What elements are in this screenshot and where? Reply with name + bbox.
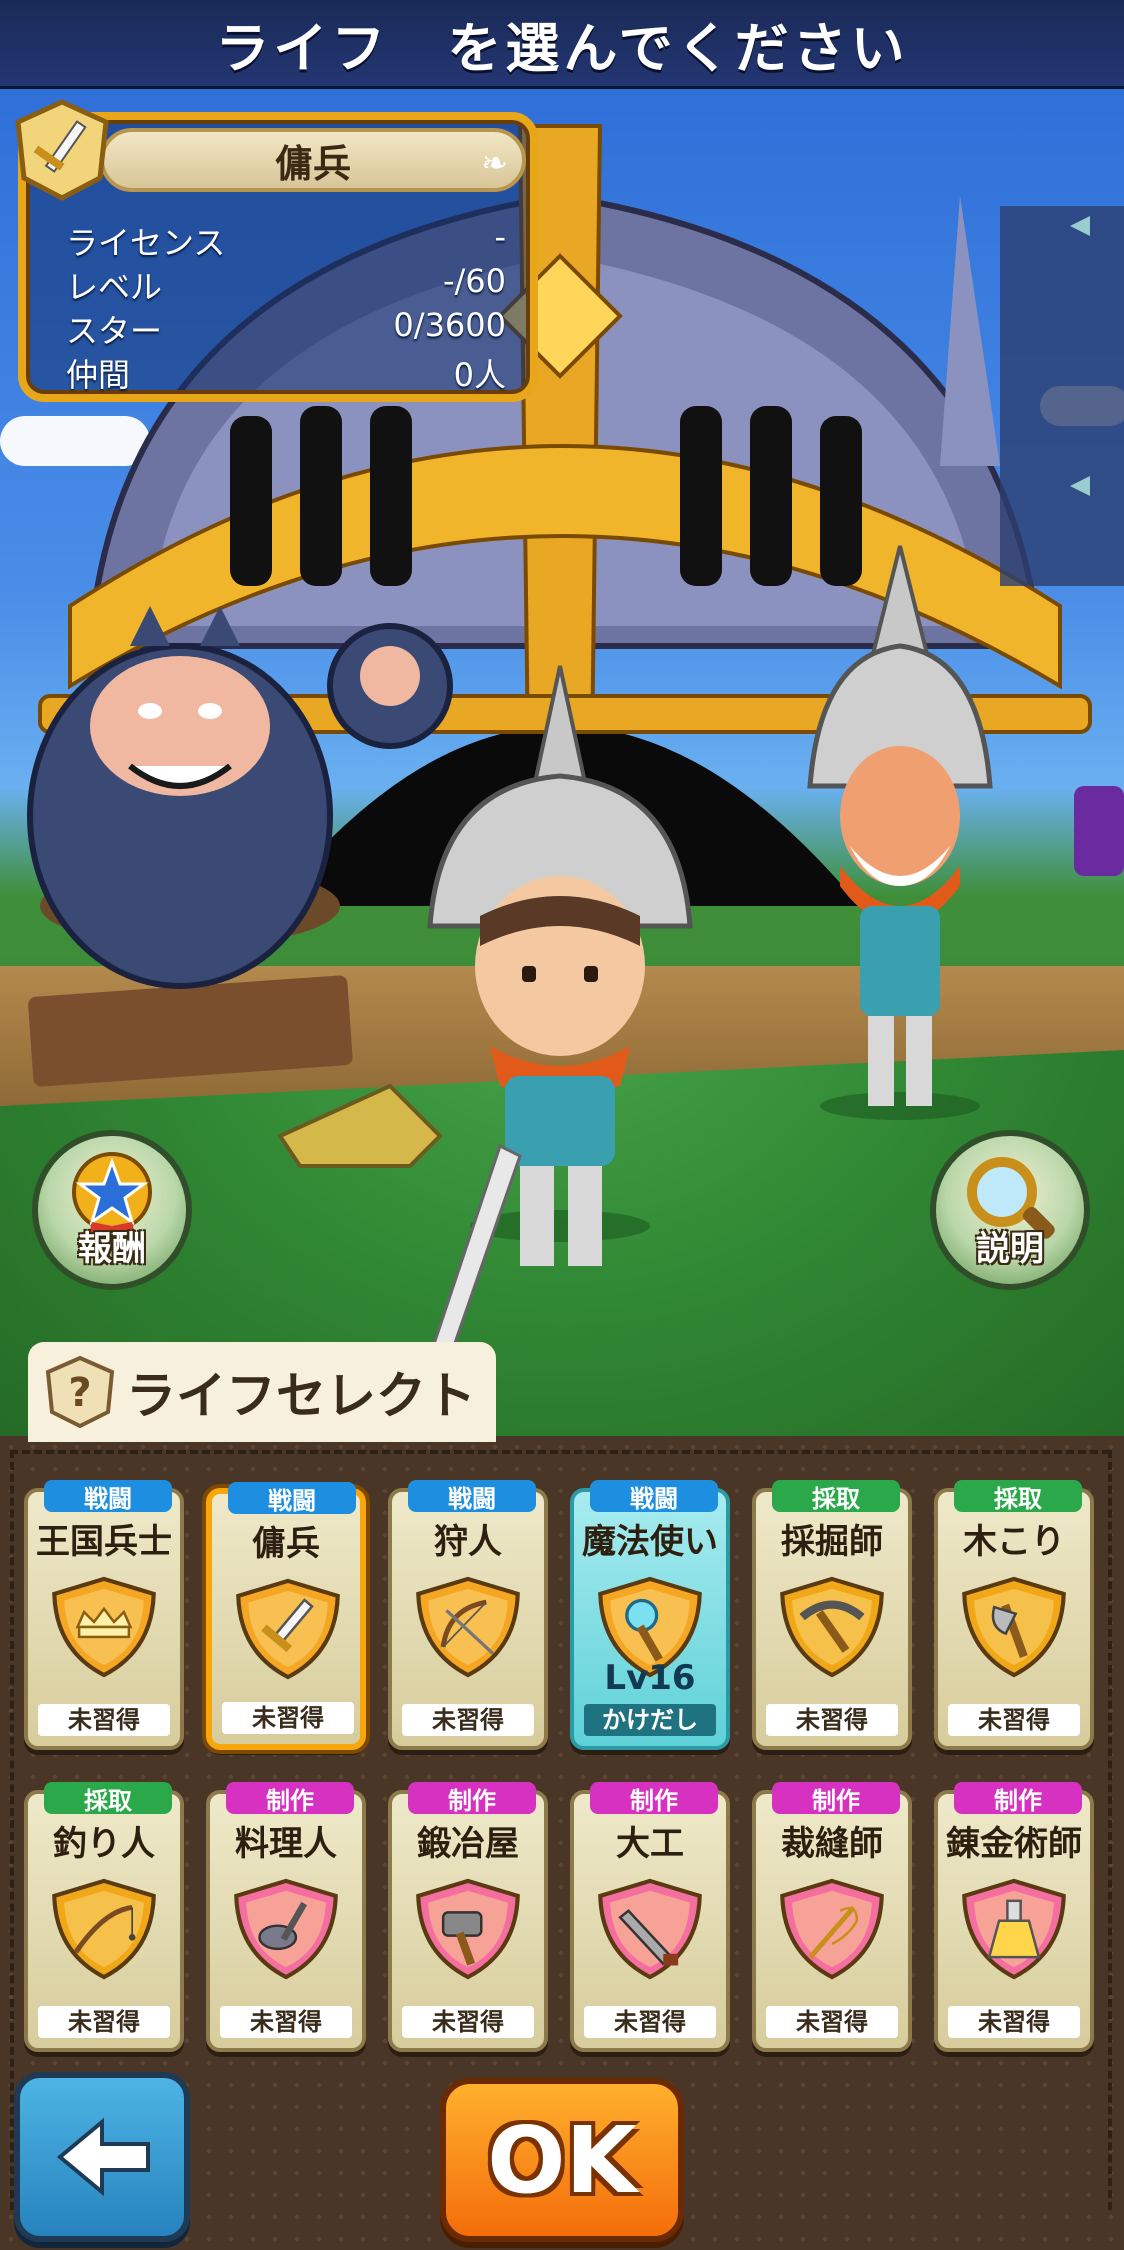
life-name: 裁縫師: [781, 1824, 883, 1864]
status-row-companions: 仲間 0人: [66, 350, 506, 394]
job-status-panel: 傭兵 ❧ ライセンス - レベル -/60 スター 0/3600 仲間 0人: [15, 99, 538, 402]
sword-icon: [236, 1578, 340, 1680]
status-value: -/60: [442, 262, 506, 300]
life-status: 未習得: [402, 2006, 534, 2038]
category-tag: 制作: [590, 1782, 718, 1815]
life-status: 未習得: [402, 1704, 534, 1736]
status-row-level: レベル -/60: [66, 262, 506, 306]
svg-text:?: ?: [68, 1370, 91, 1416]
life-card[interactable]: 戦闘傭兵未習得: [206, 1482, 366, 1750]
category-tag: 戦闘: [228, 1482, 356, 1515]
life-card[interactable]: 採取木こり未習得: [934, 1480, 1094, 1750]
saw-icon: [598, 1878, 702, 1980]
top-banner: ライフ を選んでください: [0, 0, 1124, 89]
stitch-border: [10, 1450, 1110, 1455]
life-status: 未習得: [948, 2006, 1080, 2038]
rock: [277, 1083, 443, 1168]
page-title: ライフ を選んでください: [215, 16, 909, 80]
life-status: 未習得: [948, 1704, 1080, 1736]
question-badge-icon: ?: [45, 1356, 115, 1428]
status-job-title: 傭兵 ❧: [100, 128, 526, 192]
life-card[interactable]: 戦闘狩人未習得: [388, 1480, 548, 1750]
info-button[interactable]: 説明: [930, 1130, 1090, 1290]
life-select-label: ライフセレクト: [126, 1367, 476, 1425]
reward-button[interactable]: 報酬: [32, 1130, 192, 1290]
life-name: 狩人: [434, 1522, 502, 1562]
flask-icon: [962, 1878, 1066, 1980]
category-tag: 戦闘: [590, 1480, 718, 1513]
pickaxe-icon: [780, 1576, 884, 1678]
needle-icon: [780, 1878, 884, 1980]
life-card[interactable]: 制作鍛冶屋未習得: [388, 1782, 548, 2052]
life-card[interactable]: 採取釣り人未習得: [24, 1782, 184, 2052]
status-label: ライセンス: [66, 224, 226, 262]
life-name: 鍛冶屋: [417, 1824, 519, 1864]
fishing-rod-icon: [52, 1878, 156, 1980]
life-card[interactable]: 制作錬金術師未習得: [934, 1782, 1094, 2052]
life-name: 魔法使い: [582, 1522, 718, 1562]
category-tag: 戦闘: [408, 1480, 536, 1513]
life-card[interactable]: 制作大工未習得: [570, 1782, 730, 2052]
category-tag: 採取: [954, 1480, 1082, 1513]
life-card[interactable]: 戦闘王国兵士未習得: [24, 1480, 184, 1750]
status-row-star: スター 0/3600: [66, 306, 506, 350]
life-name: 大工: [616, 1824, 684, 1864]
life-status: 未習得: [766, 1704, 898, 1736]
category-tag: 制作: [954, 1782, 1082, 1815]
category-tag: 制作: [408, 1782, 536, 1815]
back-arrow-icon: [56, 2117, 150, 2197]
life-name: 王国兵士: [36, 1522, 172, 1562]
life-status: 未習得: [38, 2006, 170, 2038]
bow-arrow-icon: [416, 1576, 520, 1678]
life-status: かけだし: [584, 1704, 716, 1736]
life-card[interactable]: 制作裁縫師未習得: [752, 1782, 912, 2052]
life-name: 錬金術師: [946, 1824, 1082, 1864]
life-name: 木こり: [963, 1522, 1065, 1562]
ladle-icon: [234, 1878, 338, 1980]
hammer-icon: [416, 1878, 520, 1980]
category-tag: 採取: [772, 1480, 900, 1513]
potion-bottle: [1074, 786, 1124, 876]
ok-label: OK: [487, 2106, 637, 2214]
life-level: Lv16: [604, 1658, 696, 1698]
status-label: 仲間: [66, 356, 131, 394]
stitch-border: [1108, 1450, 1113, 2210]
category-tag: 制作: [226, 1782, 354, 1815]
category-tag: 制作: [772, 1782, 900, 1815]
life-card[interactable]: 戦闘魔法使い Lv16 かけだし: [570, 1480, 730, 1750]
info-label: 説明: [976, 1229, 1044, 1269]
status-row-license: ライセンス -: [66, 218, 506, 262]
life-select-tab: ? ライフセレクト: [28, 1342, 496, 1442]
status-value: 0/3600: [393, 306, 506, 344]
crown-shield-icon: [52, 1576, 156, 1678]
life-status: 未習得: [222, 1702, 354, 1734]
status-value: -: [494, 218, 506, 256]
sword-badge-icon: [15, 99, 109, 201]
life-status: 未習得: [38, 1704, 170, 1736]
life-name: 傭兵: [252, 1524, 320, 1564]
ornament-icon: ❧: [481, 144, 508, 182]
category-tag: 採取: [44, 1782, 172, 1815]
life-status: 未習得: [220, 2006, 352, 2038]
side-banner: [1000, 206, 1124, 586]
status-label: レベル: [66, 268, 163, 306]
reward-label: 報酬: [78, 1229, 146, 1269]
back-button[interactable]: [14, 2072, 190, 2242]
life-card[interactable]: 制作料理人未習得: [206, 1782, 366, 2052]
status-job-name: 傭兵: [274, 141, 351, 186]
axe-icon: [962, 1576, 1066, 1678]
life-status: 未習得: [766, 2006, 898, 2038]
life-card[interactable]: 採取採掘師未習得: [752, 1480, 912, 1750]
ok-button[interactable]: OK: [440, 2078, 684, 2242]
life-name: 料理人: [235, 1824, 337, 1864]
life-name: 釣り人: [53, 1824, 155, 1864]
status-value: 0人: [453, 356, 506, 394]
life-name: 採掘師: [781, 1522, 883, 1562]
status-label: スター: [66, 312, 163, 350]
life-status: 未習得: [584, 2006, 716, 2038]
category-tag: 戦闘: [44, 1480, 172, 1513]
